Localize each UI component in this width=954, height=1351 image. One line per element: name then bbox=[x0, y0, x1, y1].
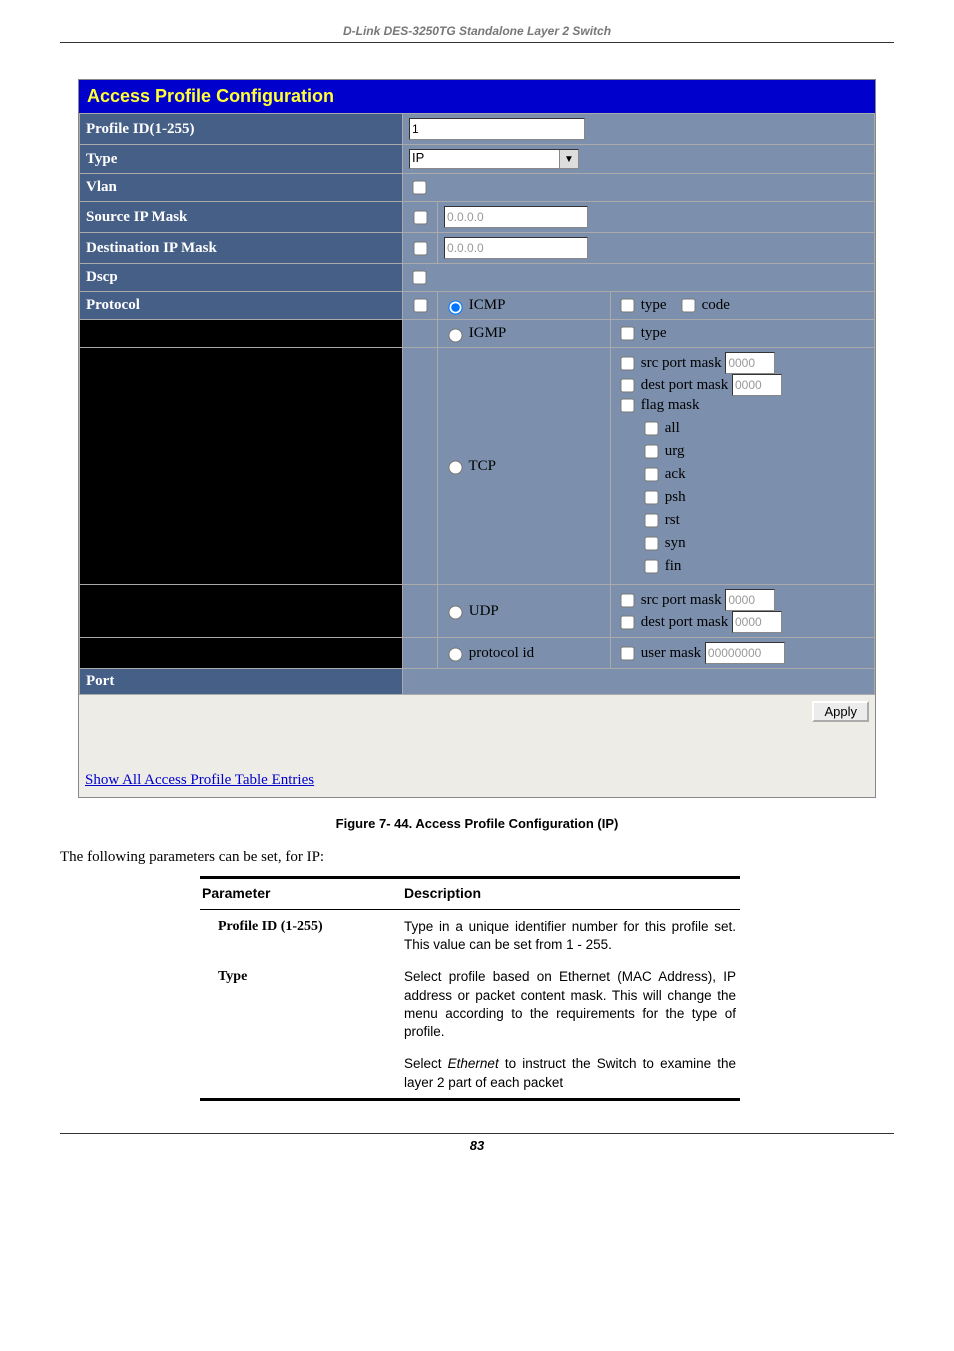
source-ip-mask-input[interactable] bbox=[444, 206, 588, 228]
icmp-radio[interactable] bbox=[448, 300, 462, 314]
tcp-flag-mask-checkbox[interactable] bbox=[620, 398, 634, 412]
intro-text: The following parameters can be set, for… bbox=[60, 849, 894, 866]
tcp-dst-port-mask-checkbox[interactable] bbox=[620, 378, 634, 392]
type-label: Type bbox=[80, 145, 403, 174]
parameter-table: Parameter Description Profile ID (1-255)… bbox=[200, 876, 740, 1101]
igmp-type-checkbox[interactable] bbox=[620, 326, 634, 340]
tcp-dst-port-mask-input[interactable] bbox=[732, 374, 782, 396]
icmp-code-checkbox[interactable] bbox=[681, 298, 695, 312]
icmp-label: ICMP bbox=[469, 297, 506, 313]
document-header: D-Link DES-3250TG Standalone Layer 2 Swi… bbox=[60, 24, 894, 43]
udp-dst-port-mask-input[interactable] bbox=[732, 611, 782, 633]
udp-dst-port-mask-label: dest port mask bbox=[641, 614, 729, 630]
protocol-checkbox[interactable] bbox=[413, 298, 427, 312]
page-number: 83 bbox=[60, 1133, 894, 1153]
dscp-label: Dscp bbox=[80, 264, 403, 292]
param-desc-profile-id: Type in a unique identifier number for t… bbox=[402, 910, 740, 961]
tcp-flag-rst-checkbox[interactable] bbox=[644, 513, 658, 527]
udp-radio[interactable] bbox=[448, 605, 462, 619]
tcp-flag-syn-label: syn bbox=[665, 535, 686, 551]
tcp-src-port-mask-checkbox[interactable] bbox=[620, 356, 634, 370]
tcp-src-port-mask-label: src port mask bbox=[641, 355, 722, 371]
tcp-flag-all-checkbox[interactable] bbox=[644, 421, 658, 435]
tcp-flag-mask-label: flag mask bbox=[641, 397, 700, 413]
figure-caption: Figure 7- 44. Access Profile Configurati… bbox=[60, 816, 894, 831]
dscp-checkbox[interactable] bbox=[412, 270, 426, 284]
tcp-flag-syn-checkbox[interactable] bbox=[644, 536, 658, 550]
tcp-flag-urg-checkbox[interactable] bbox=[644, 444, 658, 458]
igmp-radio[interactable] bbox=[448, 328, 462, 342]
tcp-flag-psh-label: psh bbox=[665, 489, 686, 505]
profile-id-input[interactable] bbox=[409, 118, 585, 140]
dest-ip-mask-checkbox[interactable] bbox=[413, 241, 427, 255]
chevron-down-icon: ▼ bbox=[559, 150, 578, 168]
tcp-dst-port-mask-label: dest port mask bbox=[641, 377, 729, 393]
igmp-label: IGMP bbox=[469, 325, 507, 341]
icmp-type-checkbox[interactable] bbox=[620, 298, 634, 312]
udp-label: UDP bbox=[469, 603, 499, 619]
tcp-src-port-mask-input[interactable] bbox=[725, 352, 775, 374]
protocol-label: Protocol bbox=[80, 292, 403, 320]
param-name-profile-id: Profile ID (1-255) bbox=[200, 910, 402, 961]
udp-src-port-mask-label: src port mask bbox=[641, 592, 722, 608]
tcp-flag-fin-checkbox[interactable] bbox=[644, 559, 658, 573]
vlan-checkbox[interactable] bbox=[412, 180, 426, 194]
source-ip-mask-checkbox[interactable] bbox=[413, 210, 427, 224]
parameter-header: Parameter bbox=[200, 878, 402, 910]
show-all-entries-link[interactable]: Show All Access Profile Table Entries bbox=[85, 772, 314, 788]
igmp-type-label: type bbox=[641, 325, 667, 341]
description-header: Description bbox=[402, 878, 740, 910]
tcp-radio[interactable] bbox=[448, 460, 462, 474]
user-mask-input[interactable] bbox=[705, 642, 785, 664]
protocol-id-radio[interactable] bbox=[448, 647, 462, 661]
protocol-id-label: protocol id bbox=[469, 645, 534, 661]
panel-title: Access Profile Configuration bbox=[79, 80, 875, 113]
type-select-value: IP bbox=[412, 150, 424, 165]
vlan-label: Vlan bbox=[80, 174, 403, 202]
icmp-code-label: code bbox=[702, 297, 730, 313]
port-label: Port bbox=[80, 669, 403, 695]
param-name-type: Type bbox=[200, 960, 402, 1047]
tcp-flag-psh-checkbox[interactable] bbox=[644, 490, 658, 504]
udp-src-port-mask-input[interactable] bbox=[725, 589, 775, 611]
tcp-label: TCP bbox=[468, 458, 496, 474]
source-ip-mask-label: Source IP Mask bbox=[80, 202, 403, 233]
tcp-flag-ack-checkbox[interactable] bbox=[644, 467, 658, 481]
icmp-type-label: type bbox=[641, 297, 667, 313]
profile-id-label: Profile ID(1-255) bbox=[80, 114, 403, 145]
access-profile-configuration-panel: Access Profile Configuration Profile ID(… bbox=[78, 79, 876, 798]
tcp-flag-urg-label: urg bbox=[665, 443, 685, 459]
udp-src-port-mask-checkbox[interactable] bbox=[620, 593, 634, 607]
apply-button[interactable]: Apply bbox=[812, 701, 869, 722]
user-mask-checkbox[interactable] bbox=[620, 646, 634, 660]
param-desc-type-1: Select profile based on Ethernet (MAC Ad… bbox=[402, 960, 740, 1047]
config-table: Profile ID(1-255) Type IP ▼ Vlan bbox=[79, 113, 875, 695]
tcp-flag-all-label: all bbox=[665, 420, 680, 436]
user-mask-label: user mask bbox=[641, 645, 701, 661]
tcp-flag-rst-label: rst bbox=[665, 512, 680, 528]
dest-ip-mask-label: Destination IP Mask bbox=[80, 233, 403, 264]
type-select[interactable]: IP ▼ bbox=[409, 149, 579, 169]
param-desc-type-2: Select Ethernet to instruct the Switch t… bbox=[402, 1047, 740, 1099]
tcp-flag-ack-label: ack bbox=[665, 466, 686, 482]
dest-ip-mask-input[interactable] bbox=[444, 237, 588, 259]
udp-dst-port-mask-checkbox[interactable] bbox=[620, 615, 634, 629]
tcp-flag-fin-label: fin bbox=[665, 558, 682, 574]
